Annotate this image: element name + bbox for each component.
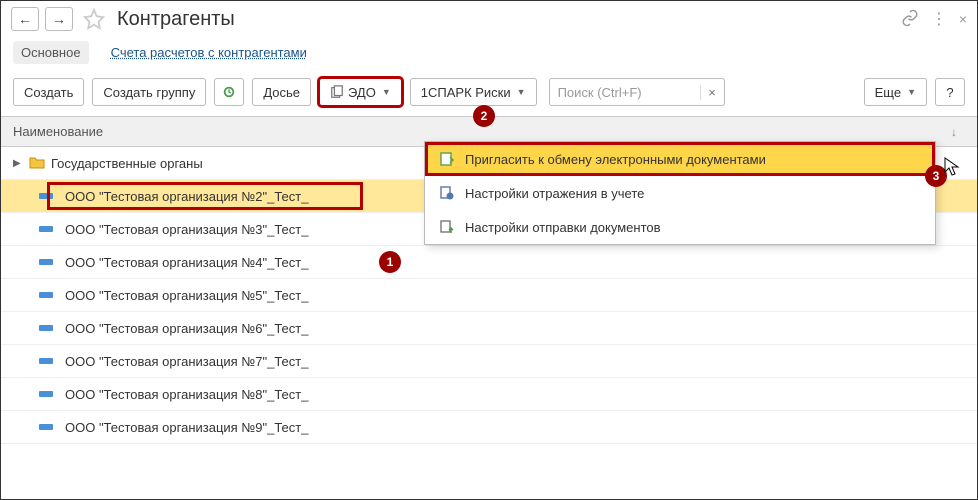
nav-forward-button[interactable]: → (45, 7, 73, 31)
table-row[interactable]: ООО "Тестовая организация №6"_Тест_ (1, 312, 977, 345)
dossier-button[interactable]: Досье (252, 78, 311, 106)
create-button[interactable]: Создать (13, 78, 84, 106)
table-row[interactable]: ООО "Тестовая организация №5"_Тест_ (1, 279, 977, 312)
table-row[interactable]: ООО "Тестовая организация №9"_Тест_ (1, 411, 977, 444)
chevron-down-icon: ▼ (382, 87, 391, 97)
page-title: Контрагенты (117, 8, 895, 31)
window-header: ← → Контрагенты ⋮ × (1, 1, 977, 37)
item-icon (39, 325, 53, 331)
callout-badge-1: 1 (379, 251, 401, 273)
create-group-button[interactable]: Создать группу (92, 78, 206, 106)
table-row[interactable]: ООО "Тестовая организация №8"_Тест_ (1, 378, 977, 411)
row-label: ООО "Тестовая организация №4"_Тест_ (65, 255, 308, 270)
tab-accounts[interactable]: Счета расчетов с контрагентами (103, 41, 315, 64)
help-button[interactable]: ? (935, 78, 965, 106)
table-row[interactable]: ООО "Тестовая организация №4"_Тест_ (1, 246, 977, 279)
tab-main[interactable]: Основное (13, 41, 89, 64)
item-icon (39, 259, 53, 265)
row-label: ООО "Тестовая организация №8"_Тест_ (65, 387, 308, 402)
more-button[interactable]: Еще ▼ (864, 78, 927, 106)
nav-back-button[interactable]: ← (11, 7, 39, 31)
search-field-wrap: × (549, 78, 725, 106)
favorite-star-icon[interactable] (83, 8, 105, 30)
spark-label: 1СПАРК Риски (421, 85, 511, 100)
more-label: Еще (875, 85, 901, 100)
expand-icon[interactable]: ▶ (13, 158, 23, 169)
row-label: ООО "Тестовая организация №2"_Тест_ (65, 189, 308, 204)
sort-arrow-icon[interactable]: ↓ (943, 125, 965, 139)
chevron-down-icon: ▼ (907, 87, 916, 97)
chevron-down-icon: ▼ (517, 87, 526, 97)
edo-dropdown-button[interactable]: ЭДО ▼ (319, 78, 402, 106)
share-link-icon[interactable] (901, 9, 919, 30)
menu-item-label: Пригласить к обмену электронными докумен… (465, 152, 766, 167)
more-menu-icon[interactable]: ⋮ (931, 9, 947, 29)
callout-badge-2: 2 (473, 105, 495, 127)
row-label: ООО "Тестовая организация №5"_Тест_ (65, 288, 308, 303)
column-name-header[interactable]: Наименование (13, 124, 943, 139)
table-row[interactable]: ООО "Тестовая организация №7"_Тест_ (1, 345, 977, 378)
spark-risks-button[interactable]: 1СПАРК Риски ▼ (410, 78, 537, 106)
edo-dropdown-menu: Пригласить к обмену электронными докумен… (424, 141, 936, 245)
row-label: ООО "Тестовая организация №7"_Тест_ (65, 354, 308, 369)
cursor-icon (944, 157, 960, 180)
menu-item-invite[interactable]: Пригласить к обмену электронными докумен… (425, 142, 935, 176)
row-label: ООО "Тестовая организация №9"_Тест_ (65, 420, 308, 435)
item-icon (39, 292, 53, 298)
edo-label: ЭДО (348, 85, 376, 100)
item-icon (39, 358, 53, 364)
tab-bar: Основное Счета расчетов с контрагентами (1, 37, 977, 74)
menu-item-account-settings[interactable]: Настройки отражения в учете (425, 176, 935, 210)
folder-icon (29, 155, 45, 172)
close-icon[interactable]: × (959, 11, 967, 27)
search-clear-button[interactable]: × (700, 85, 724, 100)
menu-item-label: Настройки отражения в учете (465, 186, 644, 201)
item-icon (39, 391, 53, 397)
row-label: ООО "Тестовая организация №3"_Тест_ (65, 222, 308, 237)
row-label: Государственные органы (51, 156, 203, 171)
menu-item-label: Настройки отправки документов (465, 220, 661, 235)
search-input[interactable] (550, 85, 700, 100)
menu-item-send-settings[interactable]: Настройки отправки документов (425, 210, 935, 244)
refresh-button[interactable] (214, 78, 244, 106)
item-icon (39, 193, 53, 199)
item-icon (39, 424, 53, 430)
item-icon (39, 226, 53, 232)
row-label: ООО "Тестовая организация №6"_Тест_ (65, 321, 308, 336)
